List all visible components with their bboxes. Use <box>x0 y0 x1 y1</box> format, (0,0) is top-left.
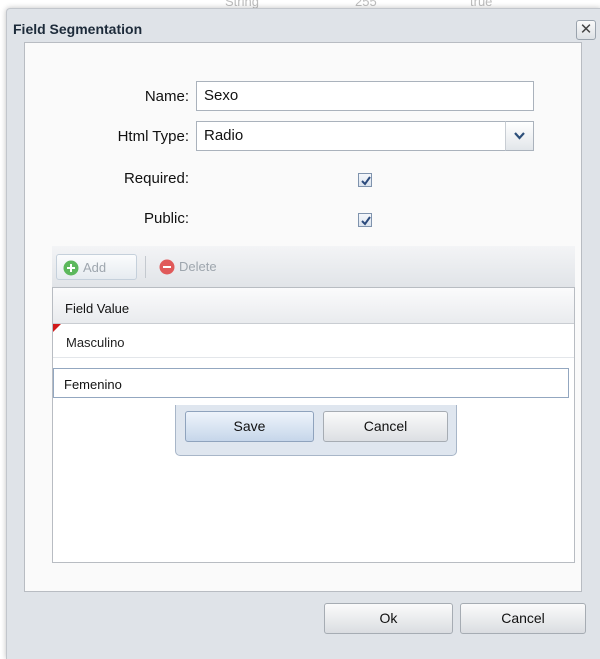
name-label: Name: <box>144 88 189 105</box>
public-checkbox[interactable] <box>358 213 372 227</box>
html-type-label: Html Type: <box>117 128 189 145</box>
html-type-dropdown-button[interactable] <box>505 121 534 151</box>
dirty-marker <box>53 324 61 332</box>
table-row[interactable]: Masculino <box>53 324 574 358</box>
public-label: Public: <box>143 210 189 227</box>
required-label: Required: <box>123 170 189 187</box>
values-toolbar: Add Delete <box>52 246 575 288</box>
chevron-down-icon <box>514 132 525 140</box>
column-header-field-value[interactable]: Field Value <box>53 288 574 324</box>
add-label: Add <box>83 260 107 275</box>
name-input[interactable]: Sexo <box>196 81 534 111</box>
minus-circle-icon <box>159 259 175 275</box>
ok-button[interactable]: Ok <box>324 603 453 634</box>
checkmark-icon <box>361 176 371 186</box>
add-button[interactable]: Add <box>56 254 137 280</box>
row-editor-buttons: Save Cancel <box>175 405 457 456</box>
cancel-button[interactable]: Cancel <box>460 603 586 634</box>
row-save-button[interactable]: Save <box>185 411 314 442</box>
delete-button[interactable]: Delete <box>153 254 243 280</box>
html-type-select[interactable]: Radio <box>196 121 506 151</box>
close-icon: ✕ <box>579 21 593 38</box>
dialog-title: Field Segmentation <box>13 21 143 37</box>
toolbar-separator <box>145 256 146 278</box>
row-cancel-button[interactable]: Cancel <box>323 411 448 442</box>
delete-label: Delete <box>179 259 217 274</box>
required-checkbox[interactable] <box>358 173 372 187</box>
row-value: Masculino <box>66 335 125 350</box>
checkmark-icon <box>361 216 371 226</box>
row-edit-input[interactable]: Femenino <box>53 368 569 398</box>
close-button[interactable]: ✕ <box>576 20 596 40</box>
plus-circle-icon <box>63 260 79 276</box>
